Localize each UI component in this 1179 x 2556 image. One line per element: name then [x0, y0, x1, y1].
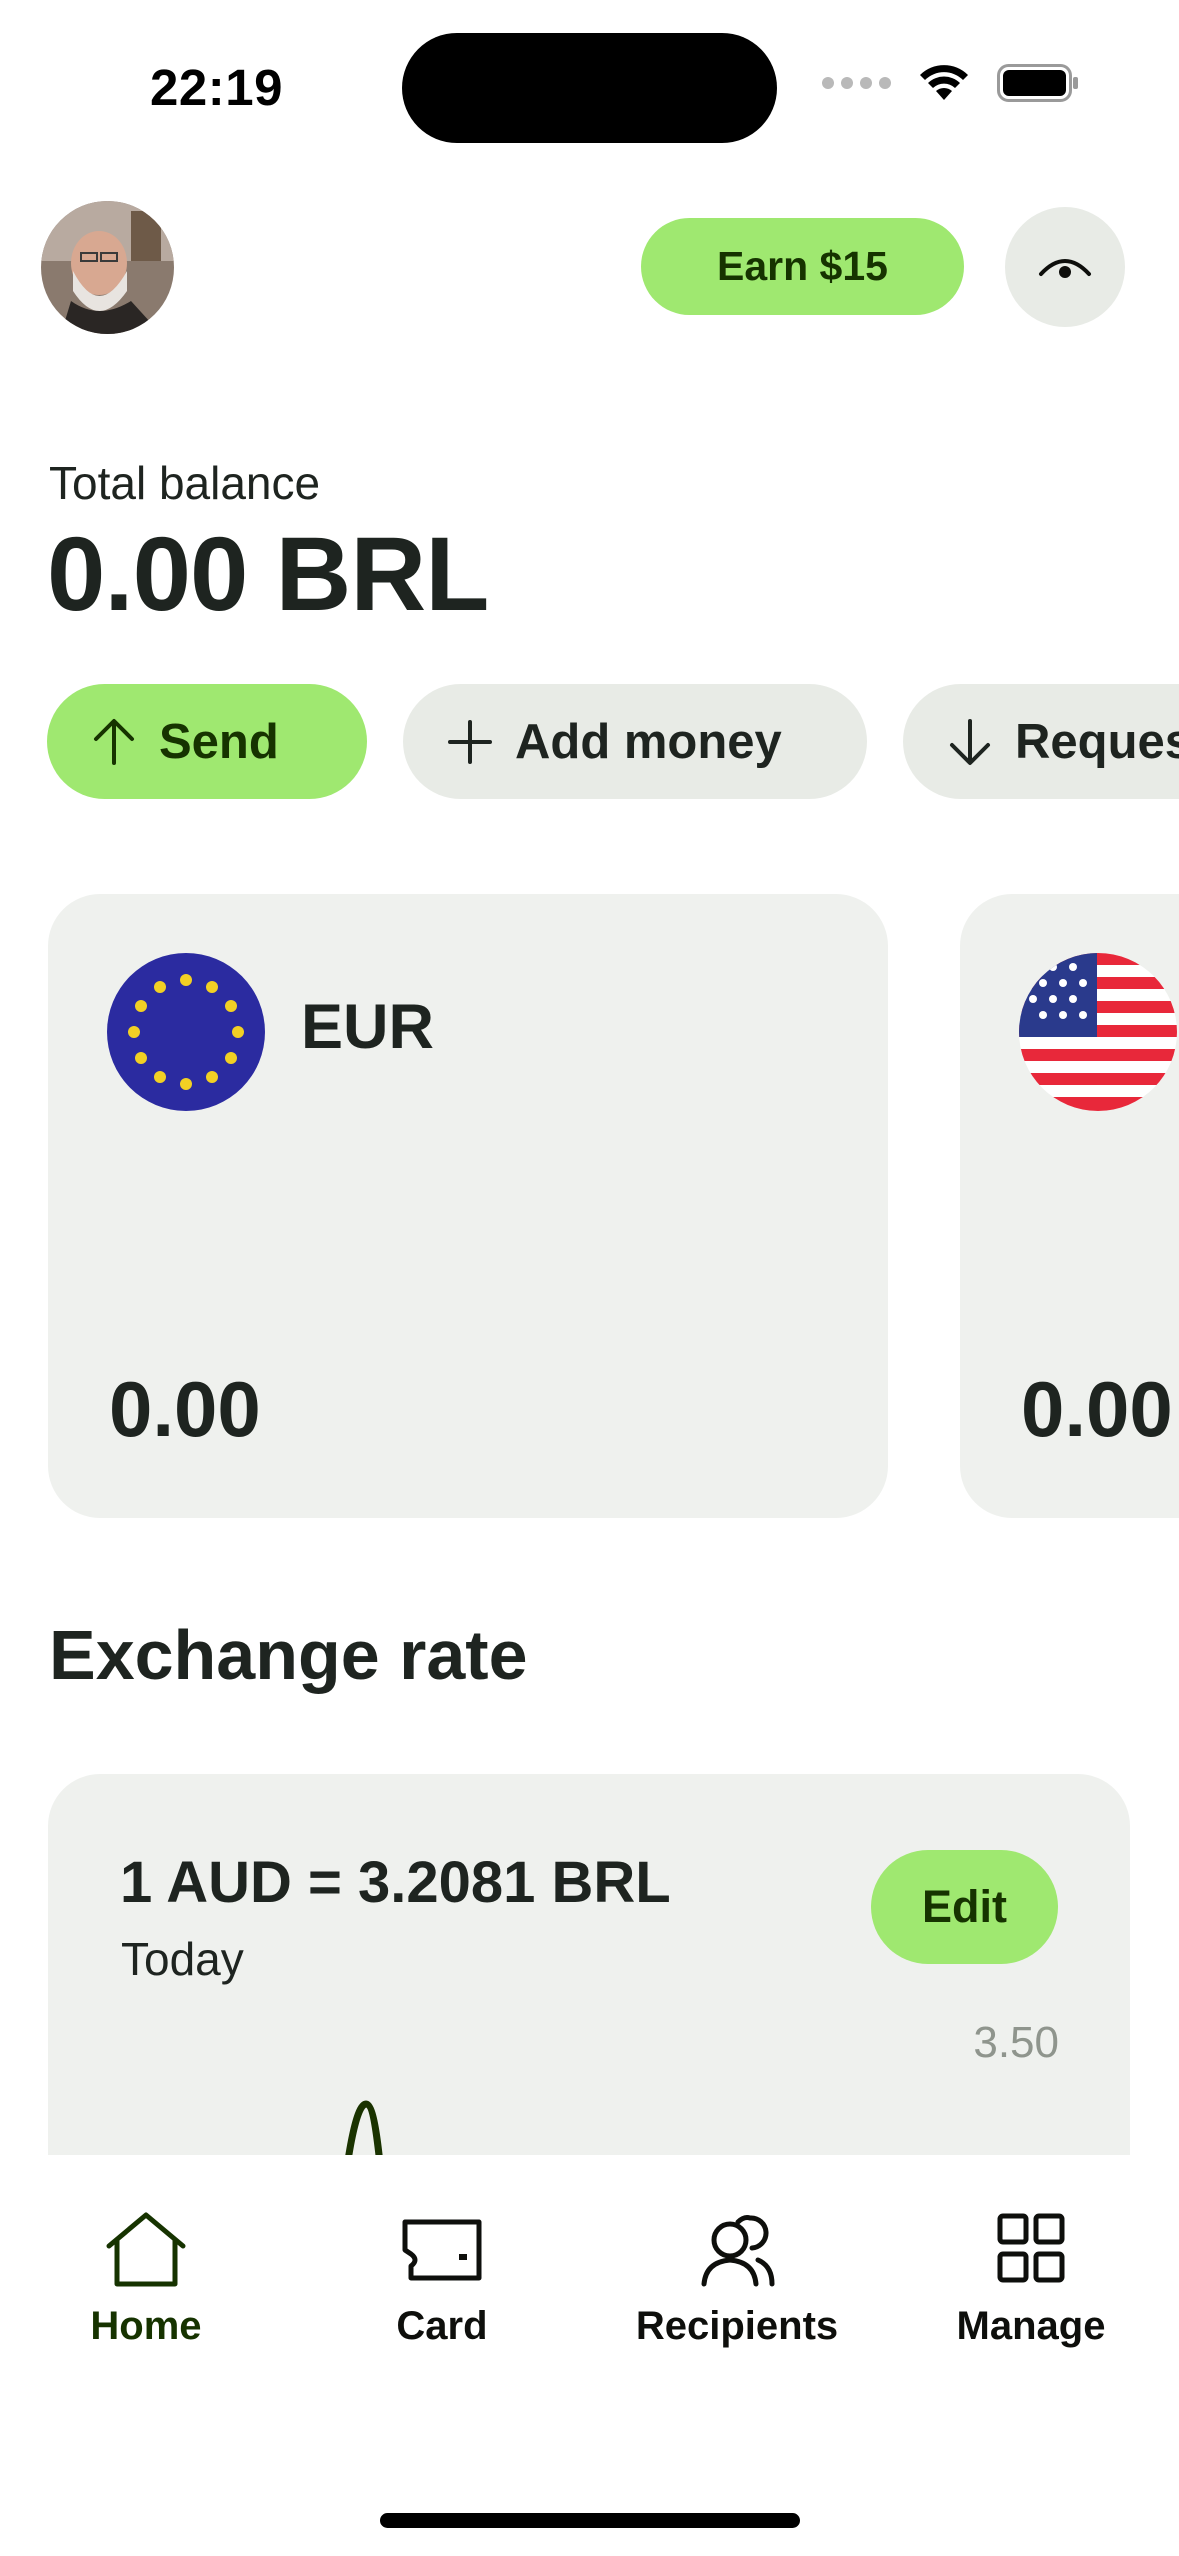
us-flag-icon	[1019, 953, 1177, 1111]
status-icons	[822, 64, 1079, 102]
request-button[interactable]: Request	[903, 684, 1179, 799]
tab-home[interactable]: Home	[16, 2210, 276, 2349]
request-label: Request	[1015, 714, 1179, 769]
tab-recipients[interactable]: Recipients	[607, 2210, 867, 2349]
eye-icon	[1039, 259, 1091, 278]
exchange-rate-heading: Exchange rate	[49, 1616, 528, 1694]
send-button[interactable]: Send	[47, 684, 367, 799]
add-money-button[interactable]: Add money	[403, 684, 867, 799]
eur-balance-card[interactable]: EUR 0.00	[48, 894, 888, 1518]
tab-recipients-label: Recipients	[635, 2304, 839, 2348]
currency-amount: 0.00	[109, 1365, 261, 1453]
tab-manage[interactable]: Manage	[901, 2210, 1161, 2349]
tab-card-label: Card	[396, 2304, 488, 2348]
exchange-rate-value: 1 AUD = 3.2081 BRL	[120, 1850, 671, 1915]
eu-flag-icon	[107, 953, 265, 1111]
grid-icon	[997, 2213, 1065, 2283]
currency-amount: 0.00	[1021, 1365, 1173, 1453]
avatar-image	[41, 201, 174, 334]
signal-icon	[822, 77, 891, 89]
status-time: 22:19	[150, 59, 283, 116]
battery-icon	[997, 64, 1078, 102]
avatar[interactable]	[41, 201, 174, 334]
tab-manage-label: Manage	[956, 2304, 1106, 2348]
recipients-icon	[701, 2215, 775, 2287]
plus-icon	[448, 719, 492, 764]
home-screen: 22:19 Earn $15 Total balance 0.00 BRL Se…	[0, 0, 1179, 2556]
home-icon	[106, 2212, 186, 2287]
card-icon	[402, 2219, 482, 2281]
tab-home-label: Home	[90, 2304, 202, 2348]
tab-card[interactable]: Card	[312, 2210, 572, 2349]
arrow-up-icon	[94, 718, 134, 765]
currency-code: EUR	[301, 992, 435, 1062]
add-money-label: Add money	[515, 714, 782, 769]
arrow-down-icon	[950, 718, 990, 765]
wifi-icon	[920, 65, 968, 100]
dynamic-island	[402, 33, 777, 143]
bottom-nav: Home Card Recipients Manage	[0, 2155, 1179, 2556]
balance-label: Total balance	[49, 457, 321, 509]
send-label: Send	[159, 714, 279, 769]
exchange-rate-period: Today	[121, 1933, 244, 1985]
earn-referral-button[interactable]: Earn $15	[641, 218, 964, 315]
hide-balance-button[interactable]	[1005, 207, 1125, 327]
balance-value: 0.00 BRL	[47, 516, 489, 633]
home-indicator	[380, 2513, 800, 2528]
edit-rate-button[interactable]: Edit	[871, 1850, 1058, 1964]
usd-balance-card[interactable]: 0.00	[960, 894, 1179, 1518]
